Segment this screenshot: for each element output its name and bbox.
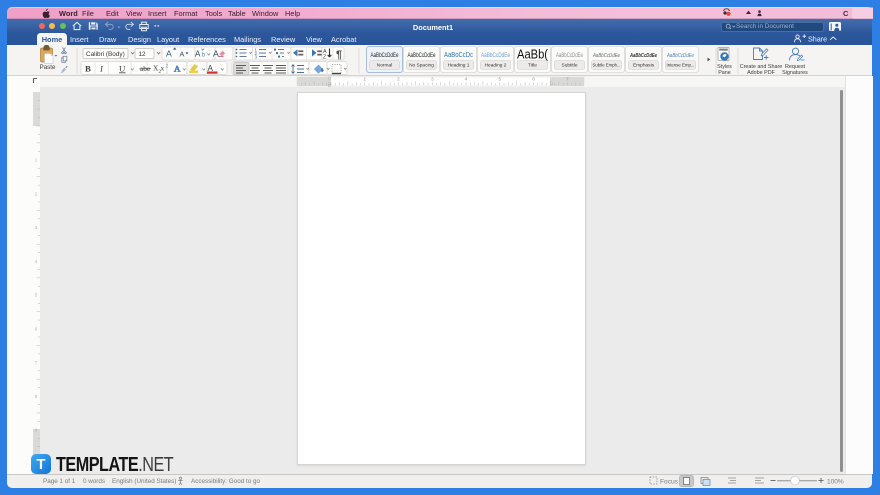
svg-text:A: A bbox=[213, 48, 219, 58]
svg-text:¶: ¶ bbox=[336, 49, 342, 61]
svg-text:B: B bbox=[85, 63, 91, 73]
svg-text:A: A bbox=[195, 49, 201, 58]
svg-text:A: A bbox=[174, 63, 181, 73]
svg-text:b: b bbox=[202, 51, 206, 58]
svg-text:Title: Title bbox=[528, 62, 537, 68]
svg-text:6: 6 bbox=[532, 77, 535, 83]
svg-text:Subtitle: Subtitle bbox=[562, 62, 578, 68]
svg-text:No Spacing: No Spacing bbox=[409, 62, 434, 68]
svg-text:2: 2 bbox=[35, 191, 38, 197]
svg-text:AaBoCcDc: AaBoCcDc bbox=[444, 50, 473, 59]
svg-text:Focus: Focus bbox=[660, 478, 679, 485]
svg-text:100%: 100% bbox=[827, 478, 844, 485]
svg-text:4: 4 bbox=[465, 77, 468, 83]
svg-text:Normal: Normal bbox=[377, 62, 392, 68]
svg-text:Pane: Pane bbox=[718, 69, 731, 75]
svg-text:3: 3 bbox=[431, 77, 434, 83]
svg-text:Emphasis: Emphasis bbox=[633, 62, 655, 68]
svg-text:2: 2 bbox=[397, 77, 400, 83]
svg-text:3: 3 bbox=[35, 225, 38, 231]
svg-text:9: 9 bbox=[35, 428, 38, 434]
svg-text:AaBbCcDdEe: AaBbCcDdEe bbox=[408, 52, 436, 59]
svg-text:Intense Emp...: Intense Emp... bbox=[667, 62, 695, 68]
svg-text:AaBb(: AaBb( bbox=[517, 47, 549, 61]
svg-text:3: 3 bbox=[255, 54, 258, 59]
svg-text:AaBbCcDdEe: AaBbCcDdEe bbox=[666, 53, 694, 59]
svg-text:Heading 1: Heading 1 bbox=[448, 62, 470, 68]
svg-text:Subtle Emph...: Subtle Emph... bbox=[593, 62, 621, 68]
svg-text:Heading 2: Heading 2 bbox=[485, 62, 507, 68]
svg-text:AaBbCcDdEe: AaBbCcDdEe bbox=[481, 52, 510, 59]
svg-text:x: x bbox=[161, 63, 165, 72]
svg-text:1: 1 bbox=[363, 77, 366, 83]
svg-text:4: 4 bbox=[35, 259, 38, 265]
svg-text:6: 6 bbox=[35, 326, 38, 332]
svg-text:A: A bbox=[180, 49, 185, 58]
svg-text:7: 7 bbox=[35, 360, 38, 366]
svg-text:AaBbCcDdEe: AaBbCcDdEe bbox=[371, 52, 399, 59]
svg-text:Signatures: Signatures bbox=[782, 69, 808, 75]
svg-text:7: 7 bbox=[566, 77, 569, 83]
svg-text:Adobe PDF: Adobe PDF bbox=[747, 69, 776, 75]
svg-text:Paste: Paste bbox=[40, 63, 56, 70]
svg-text:5: 5 bbox=[35, 293, 38, 299]
svg-text:AaBbCcDdEe: AaBbCcDdEe bbox=[556, 53, 583, 59]
svg-text:12: 12 bbox=[139, 50, 147, 57]
svg-text:1: 1 bbox=[35, 158, 38, 164]
svg-text:AaBbCcDdEe: AaBbCcDdEe bbox=[629, 53, 657, 59]
svg-text:U: U bbox=[119, 63, 126, 73]
svg-text:A: A bbox=[166, 48, 172, 58]
svg-text:5: 5 bbox=[498, 77, 501, 83]
svg-text:Calibri (Body): Calibri (Body) bbox=[86, 50, 125, 57]
svg-text:AaBbCcDdEe: AaBbCcDdEe bbox=[592, 53, 620, 59]
svg-text:8: 8 bbox=[35, 394, 38, 400]
